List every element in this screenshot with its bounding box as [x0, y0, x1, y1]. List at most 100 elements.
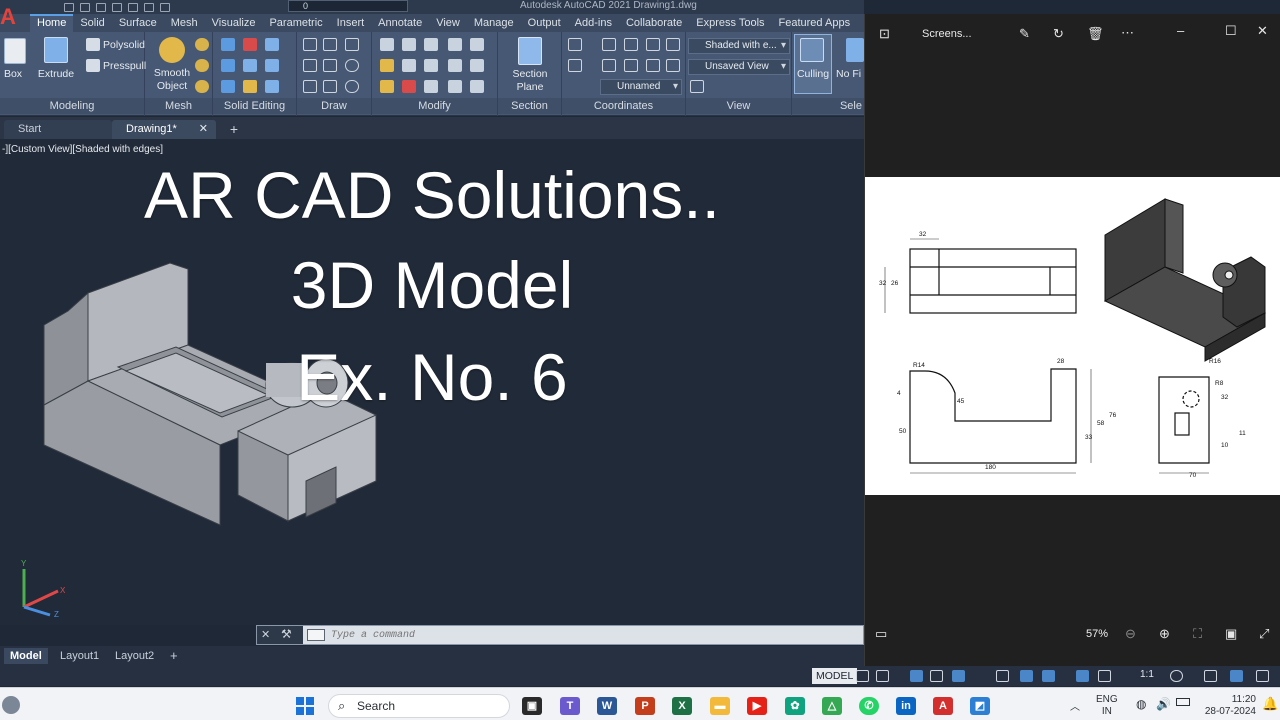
ortho-icon[interactable] — [910, 670, 923, 682]
whatsapp-icon[interactable]: ✆ — [859, 697, 879, 715]
layer-dropdown[interactable]: 0 — [288, 0, 408, 12]
minimize-icon[interactable]: – — [1177, 23, 1184, 38]
tab-featured-apps[interactable]: Featured Apps — [772, 14, 858, 32]
save-icon[interactable] — [96, 2, 106, 12]
ucs-named-dropdown[interactable]: Unnamed — [600, 79, 682, 95]
line-icon[interactable] — [303, 59, 317, 72]
rectangle-icon[interactable] — [323, 80, 337, 93]
tab-annotate[interactable]: Annotate — [371, 14, 429, 32]
fillet-icon[interactable] — [470, 59, 484, 72]
tab-solid[interactable]: Solid — [73, 14, 111, 32]
undo-icon[interactable] — [144, 2, 154, 12]
plot-icon[interactable] — [128, 2, 138, 12]
new-tab-plus-icon[interactable]: + — [226, 121, 242, 137]
autocad-taskbar-icon[interactable]: A — [933, 697, 953, 715]
tab-manage[interactable]: Manage — [467, 14, 521, 32]
weather-widget-icon[interactable] — [2, 696, 20, 714]
xline-icon[interactable] — [323, 59, 337, 72]
mesh-refine-icon[interactable] — [195, 59, 209, 72]
photos-taskbar-icon[interactable]: ◩ — [970, 697, 990, 715]
maximize-icon[interactable]: ☐ — [1225, 23, 1237, 39]
battery-icon[interactable] — [1176, 698, 1190, 706]
smooth-object-button[interactable]: Smooth Object — [151, 67, 193, 93]
redo-icon[interactable] — [160, 2, 170, 12]
arc-icon[interactable] — [345, 38, 359, 51]
snap-icon[interactable] — [876, 670, 889, 682]
box-icon[interactable] — [4, 38, 26, 64]
save-as-icon[interactable] — [112, 2, 122, 12]
zoom-in-icon[interactable]: ⊕ — [1159, 626, 1170, 642]
3d-align-icon[interactable] — [380, 59, 394, 72]
mesh-crease-icon[interactable] — [195, 80, 209, 93]
copy-icon[interactable] — [424, 80, 438, 93]
panel-label-modeling[interactable]: Modeling — [0, 98, 144, 114]
rotate-icon[interactable]: ↻ — [1053, 26, 1064, 42]
polyline-icon[interactable] — [303, 38, 317, 51]
rotate-icon[interactable] — [424, 59, 438, 72]
offset-icon[interactable] — [448, 80, 462, 93]
viewport-config-icon[interactable] — [690, 80, 704, 93]
more-options-icon[interactable]: ⋯ — [1121, 25, 1134, 41]
tab-layout2[interactable]: Layout2 — [109, 648, 160, 664]
interfere-icon[interactable] — [243, 59, 257, 72]
panel-label-solid-editing[interactable]: Solid Editing — [213, 98, 296, 114]
taskbar-search[interactable]: ⌕ Search — [328, 694, 510, 718]
panel-label-view[interactable]: View — [686, 98, 791, 114]
panel-label-draw[interactable]: Draw — [297, 98, 371, 114]
ucs-world-icon[interactable] — [602, 38, 616, 51]
tab-visualize[interactable]: Visualize — [205, 14, 263, 32]
viewport-controls-label[interactable]: -][Custom View][Shaded with edges] — [2, 144, 163, 155]
grid-icon[interactable] — [856, 670, 869, 682]
erase-icon[interactable] — [402, 80, 416, 93]
system-clock[interactable]: 11:20 28-07-2024 — [1196, 694, 1256, 718]
tab-drawing1[interactable]: Drawing1* ✕ — [112, 120, 216, 139]
polysolid-button[interactable]: Polysolid — [103, 39, 145, 51]
intersect-icon[interactable] — [221, 59, 235, 72]
fit-to-window-icon[interactable]: ⛶ — [1193, 626, 1202, 642]
polygon-icon[interactable] — [303, 80, 317, 93]
polar-icon[interactable] — [930, 670, 943, 682]
filmstrip-icon[interactable]: ▭ — [875, 626, 887, 642]
union-icon[interactable] — [221, 38, 235, 51]
open-file-icon[interactable] — [80, 2, 90, 12]
drawing-viewport[interactable]: -][Custom View][Shaded with edges] AR CA… — [0, 139, 864, 625]
panel-label-coordinates[interactable]: Coordinates — [562, 98, 685, 114]
panel-label-section[interactable]: Section — [498, 98, 561, 114]
ucs-3point-icon[interactable] — [646, 38, 660, 51]
tab-model[interactable]: Model — [4, 648, 48, 664]
subtract-icon[interactable] — [243, 38, 257, 51]
tab-collaborate[interactable]: Collaborate — [619, 14, 689, 32]
file-explorer-icon[interactable]: ▬ — [710, 697, 730, 715]
quick-access-toolbar[interactable] — [2, 0, 170, 14]
align-icon[interactable] — [448, 38, 462, 51]
annotation-visibility-icon[interactable] — [1076, 670, 1089, 682]
no-filter-button[interactable]: No Fi — [836, 68, 864, 81]
language-indicator[interactable]: ENG IN — [1096, 694, 1118, 718]
named-view-dropdown[interactable]: Unsaved View — [688, 59, 790, 75]
powerpoint-icon[interactable]: P — [635, 697, 655, 715]
tab-output[interactable]: Output — [521, 14, 568, 32]
tab-parametric[interactable]: Parametric — [262, 14, 329, 32]
imprint-icon[interactable] — [243, 80, 257, 93]
move-icon[interactable] — [424, 38, 438, 51]
fullscreen-icon[interactable] — [1256, 670, 1269, 682]
ucs-x-icon[interactable] — [568, 59, 582, 72]
close-icon[interactable]: ✕ — [199, 120, 208, 138]
add-layout-plus-icon[interactable]: + — [164, 648, 184, 664]
box-button[interactable]: Box — [2, 68, 24, 81]
command-input[interactable] — [331, 627, 851, 643]
3d-mirror-icon[interactable] — [380, 38, 394, 51]
3d-rotate-icon[interactable] — [402, 38, 416, 51]
actual-size-icon[interactable]: ▣ — [1225, 626, 1237, 642]
notification-bell-icon[interactable]: 🔔 — [1262, 696, 1278, 712]
explode-icon[interactable] — [470, 80, 484, 93]
ucs-icon[interactable] — [568, 38, 582, 51]
isodraft-icon[interactable] — [952, 670, 965, 682]
edit-image-icon[interactable]: ✎ — [1019, 26, 1030, 42]
volume-icon[interactable]: 🔊 — [1156, 697, 1171, 711]
visual-style-dropdown[interactable]: Shaded with e... — [688, 38, 790, 54]
panel-label-mesh[interactable]: Mesh — [145, 98, 212, 114]
section-plane-button[interactable]: Section Plane — [504, 68, 556, 94]
slice-icon[interactable] — [265, 38, 279, 51]
command-history-icon[interactable] — [307, 629, 325, 641]
